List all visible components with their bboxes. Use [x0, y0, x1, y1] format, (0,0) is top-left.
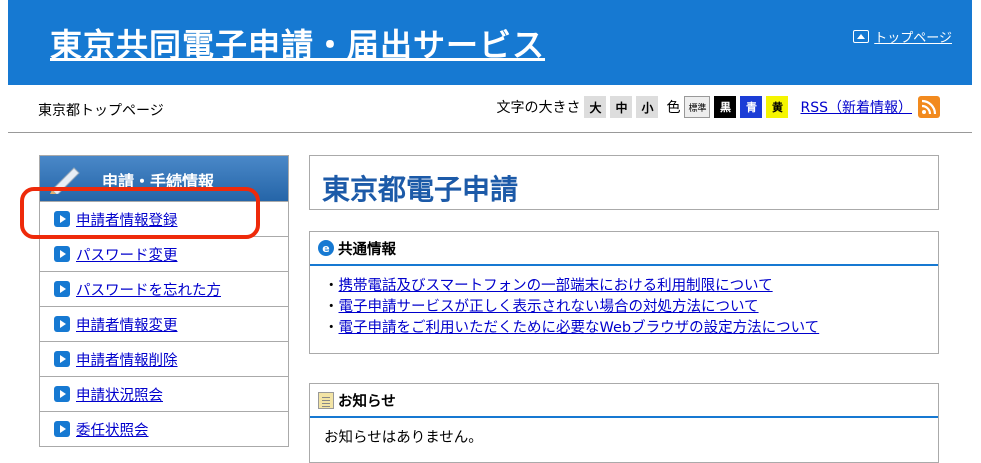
color-standard-button[interactable]: 標準: [684, 96, 711, 118]
list-item: ・携帯電話及びスマートフォンの一部端末における利用制限について: [324, 278, 773, 294]
site-title-link[interactable]: 東京共同電子申請・届出サービス: [50, 20, 545, 66]
sidebar-item-label[interactable]: 申請者情報変更: [76, 314, 178, 335]
common-info-heading-label: 共通情報: [338, 241, 396, 258]
notice-panel: お知らせ お知らせはありません。: [309, 383, 939, 463]
sidebar-item-applicant-delete[interactable]: 申請者情報削除: [40, 341, 288, 376]
common-info-heading: e 共通情報: [310, 232, 938, 266]
rss-link[interactable]: RSS（新着情報）: [800, 97, 912, 117]
common-info-list: ・携帯電話及びスマートフォンの一部端末における利用制限について ・電子申請サービ…: [310, 266, 938, 353]
sidebar-item-label[interactable]: 申請状況照会: [76, 384, 163, 405]
toolbar: 東京都トップページ 文字の大きさ 大 中 小 色 標準 黒 青 黄 RSS（新着…: [8, 85, 972, 133]
arrow-up-icon: [853, 30, 870, 43]
arrow-right-icon: [54, 421, 70, 437]
color-yellow-button[interactable]: 黄: [766, 96, 789, 118]
info-link-display-troubleshoot[interactable]: 電子申請サービスが正しく表示されない場合の対処方法について: [339, 299, 759, 315]
rss-icon[interactable]: [918, 96, 940, 118]
breadcrumb-tokyo-top[interactable]: 東京都トップページ: [38, 100, 164, 120]
color-label: 色: [666, 100, 681, 116]
info-e-icon: e: [318, 240, 334, 256]
font-size-small-button[interactable]: 小: [636, 96, 659, 118]
sidebar-item-applicant-change[interactable]: 申請者情報変更: [40, 306, 288, 341]
font-size-label: 文字の大きさ: [496, 100, 581, 116]
sidebar-item-password-change[interactable]: パスワード変更: [40, 236, 288, 271]
list-item: ・電子申請をご利用いただくために必要なWebブラウザの設定方法について: [324, 320, 820, 336]
memo-icon: [318, 391, 334, 409]
sidebar-item-application-status[interactable]: 申請状況照会: [40, 376, 288, 411]
common-info-panel: e 共通情報 ・携帯電話及びスマートフォンの一部端末における利用制限について ・…: [309, 231, 939, 354]
arrow-right-icon: [54, 281, 70, 297]
sidebar-item-forgot-password[interactable]: パスワードを忘れた方: [40, 271, 288, 306]
info-link-mobile-restrictions[interactable]: 携帯電話及びスマートフォンの一部端末における利用制限について: [339, 278, 773, 294]
page-title: 東京都電子申請: [309, 155, 939, 210]
notice-heading-label: お知らせ: [338, 393, 396, 410]
arrow-right-icon: [54, 351, 70, 367]
sidebar-item-delegation-status[interactable]: 委任状照会: [40, 411, 288, 446]
arrow-right-icon: [54, 386, 70, 402]
highlight-annotation: [20, 187, 260, 239]
site-header: 東京共同電子申請・届出サービス トップページ: [8, 0, 972, 85]
arrow-right-icon: [54, 246, 70, 262]
display-tools: 文字の大きさ 大 中 小 色 標準 黒 青 黄 RSS（新着情報）: [496, 96, 940, 118]
top-page-link[interactable]: トップページ: [853, 27, 952, 46]
font-size-medium-button[interactable]: 中: [610, 96, 633, 118]
info-link-browser-settings[interactable]: 電子申請をご利用いただくために必要なWebブラウザの設定方法について: [339, 320, 820, 336]
list-item: ・電子申請サービスが正しく表示されない場合の対処方法について: [324, 299, 759, 315]
sidebar-item-label[interactable]: 申請者情報削除: [76, 349, 178, 370]
font-size-large-button[interactable]: 大: [584, 96, 607, 118]
color-black-button[interactable]: 黒: [714, 96, 737, 118]
top-page-link-label: トップページ: [874, 31, 952, 46]
sidebar-item-label[interactable]: パスワードを忘れた方: [76, 279, 221, 300]
notice-body: お知らせはありません。: [324, 430, 483, 446]
sidebar-item-label[interactable]: パスワード変更: [76, 244, 178, 265]
arrow-right-icon: [54, 316, 70, 332]
color-blue-button[interactable]: 青: [740, 96, 763, 118]
notice-heading: お知らせ: [310, 384, 938, 418]
sidebar-item-label[interactable]: 委任状照会: [76, 419, 149, 440]
